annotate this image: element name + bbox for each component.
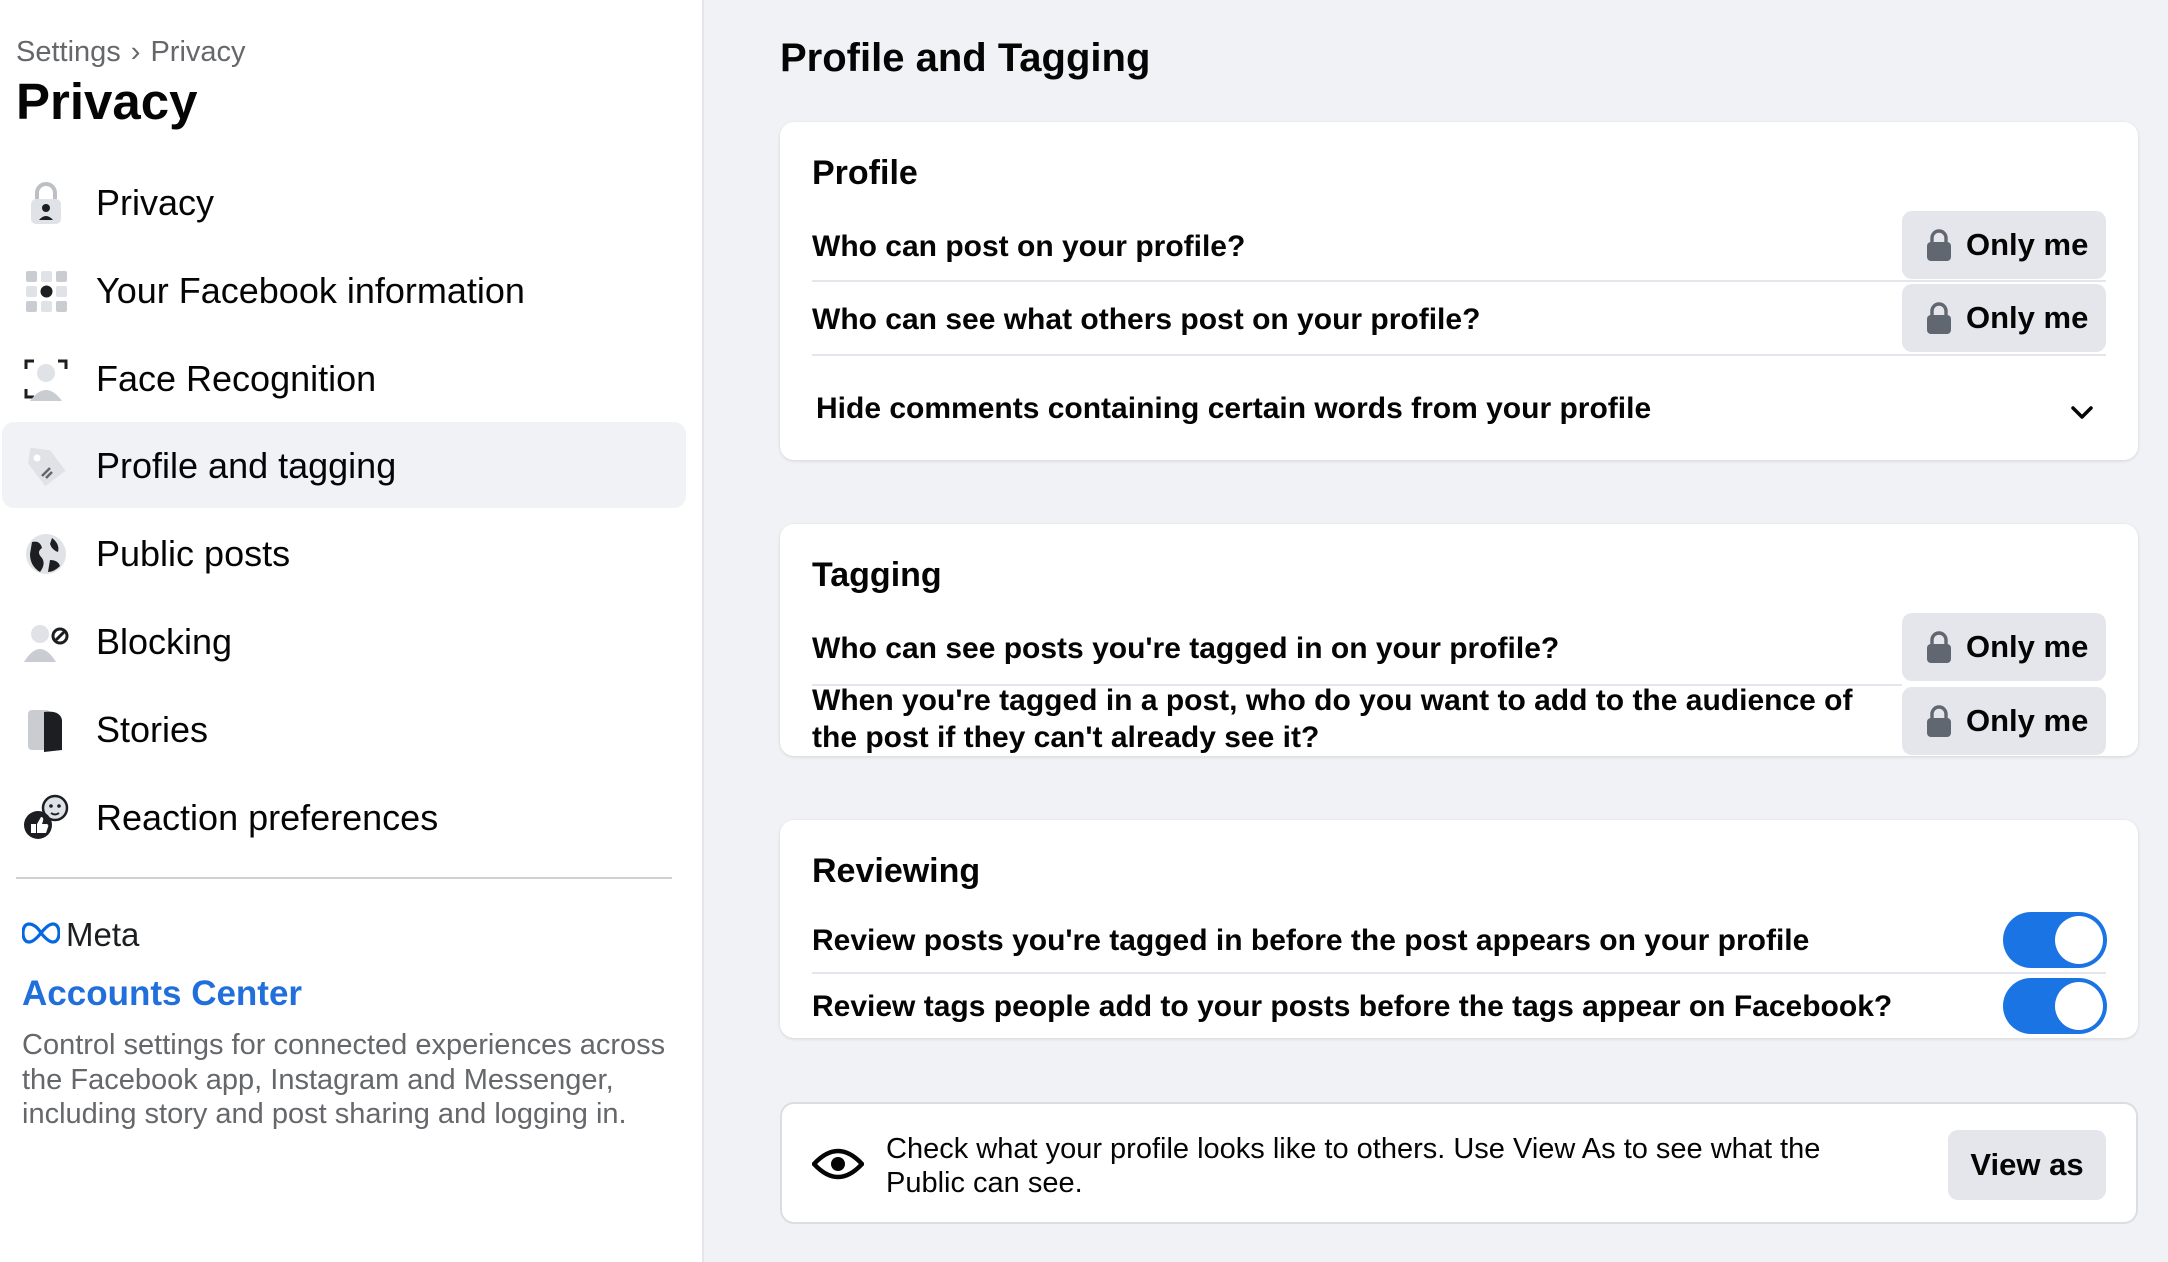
breadcrumb-privacy[interactable]: Privacy — [150, 36, 245, 68]
row-divider — [812, 280, 2106, 282]
chevron-down-icon[interactable] — [2067, 398, 2097, 428]
stories-icon — [28, 710, 62, 752]
face-scan-icon — [24, 359, 68, 401]
lock-icon — [1927, 302, 1951, 334]
accounts-center-description: Control settings for connected experienc… — [22, 1029, 666, 1130]
tag-icon — [28, 447, 66, 487]
breadcrumb: Settings › Privacy — [16, 36, 246, 69]
sidebar-item-label: Public posts — [96, 533, 291, 574]
globe-icon — [26, 534, 66, 574]
review-tags-label: Review tags people add to your posts bef… — [812, 990, 1893, 1023]
sidebar-item-reaction-preferences[interactable]: Reaction preferences — [2, 774, 686, 860]
review-tags-toggle[interactable] — [2003, 978, 2107, 1034]
lock-icon — [1927, 631, 1951, 663]
info-grid-icon — [26, 271, 67, 312]
sidebar-item-stories[interactable]: Stories — [2, 686, 686, 772]
accounts-center-link[interactable]: Accounts Center — [22, 974, 302, 1014]
tagged-posts-visibility-label: Who can see posts you're tagged in on yo… — [812, 632, 1560, 665]
toggle-knob — [2055, 916, 2103, 964]
lock-icon — [1927, 705, 1951, 737]
block-user-icon — [24, 625, 69, 662]
who-can-post-label: Who can post on your profile? — [812, 230, 1246, 263]
row-divider — [812, 354, 2106, 356]
view-as-description: Check what your profile looks like to ot… — [886, 1133, 1821, 1199]
reactions-icon — [24, 794, 69, 839]
sidebar-item-label: Reaction preferences — [96, 797, 439, 838]
tagged-audience-label: When you're tagged in a post, who do you… — [812, 684, 1853, 754]
sidebar-item-privacy[interactable]: Privacy — [2, 159, 686, 245]
eye-icon — [812, 1148, 864, 1180]
reviewing-section-title: Reviewing — [812, 852, 981, 890]
audience-value: Only me — [1966, 703, 2089, 738]
meta-logo-text: Meta — [66, 916, 140, 953]
sidebar-item-public-posts[interactable]: Public posts — [2, 510, 686, 596]
row-divider — [812, 972, 2106, 974]
review-tagged-posts-toggle[interactable] — [2003, 912, 2107, 968]
toggle-knob — [2055, 982, 2103, 1030]
sidebar-item-label: Blocking — [96, 621, 233, 662]
meta-infinity-icon — [22, 922, 60, 944]
settings-sidebar: Settings › Privacy Privacy Privacy Your Fa… — [0, 0, 704, 1262]
review-tagged-posts-label: Review posts you're tagged in before the… — [812, 924, 1810, 957]
breadcrumb-settings[interactable]: Settings — [16, 36, 121, 68]
sidebar-item-label: Your Facebook information — [96, 270, 525, 311]
sidebar-divider — [16, 877, 672, 879]
tagging-section-title: Tagging — [812, 556, 942, 594]
sidebar-item-label: Profile and tagging — [96, 445, 397, 486]
audience-value: Only me — [1966, 300, 2089, 335]
page-title: Profile and Tagging — [780, 36, 1151, 80]
sidebar-item-label: Face Recognition — [96, 358, 377, 399]
sidebar-item-blocking[interactable]: Blocking — [2, 598, 686, 684]
lock-icon — [31, 182, 61, 224]
view-as-button[interactable]: View as — [1948, 1130, 2106, 1200]
sidebar-item-facebook-information[interactable]: Your Facebook information — [2, 247, 686, 333]
profile-section-title: Profile — [812, 154, 918, 192]
audience-value: Only me — [1966, 629, 2089, 664]
breadcrumb-separator: › — [130, 36, 141, 68]
hide-comments-label[interactable]: Hide comments containing certain words f… — [816, 390, 1651, 427]
sidebar-item-label: Stories — [96, 709, 209, 750]
tagged-posts-visibility-audience-button[interactable]: Only me — [1902, 613, 2106, 681]
reviewing-section-card: Reviewing Review posts you're tagged in … — [780, 820, 2138, 1038]
view-as-card: Check what your profile looks like to ot… — [780, 1102, 2138, 1224]
audience-value: Only me — [1966, 227, 2089, 262]
who-can-post-audience-button[interactable]: Only me — [1902, 211, 2106, 279]
tagging-section-card: Tagging Who can see posts you're tagged … — [780, 524, 2138, 756]
lock-icon — [1927, 229, 1951, 261]
sidebar-item-label: Privacy — [96, 182, 215, 223]
sidebar-item-face-recognition[interactable]: Face Recognition — [2, 335, 686, 421]
tagged-audience-button[interactable]: Only me — [1902, 687, 2106, 755]
profile-section-card: Profile Who can post on your profile? On… — [780, 122, 2138, 460]
who-can-see-others-posts-label: Who can see what others post on your pro… — [812, 303, 1481, 336]
sidebar-title: Privacy — [16, 73, 198, 130]
sidebar-item-profile-and-tagging[interactable]: Profile and tagging — [2, 422, 686, 508]
who-can-see-others-posts-audience-button[interactable]: Only me — [1902, 284, 2106, 352]
